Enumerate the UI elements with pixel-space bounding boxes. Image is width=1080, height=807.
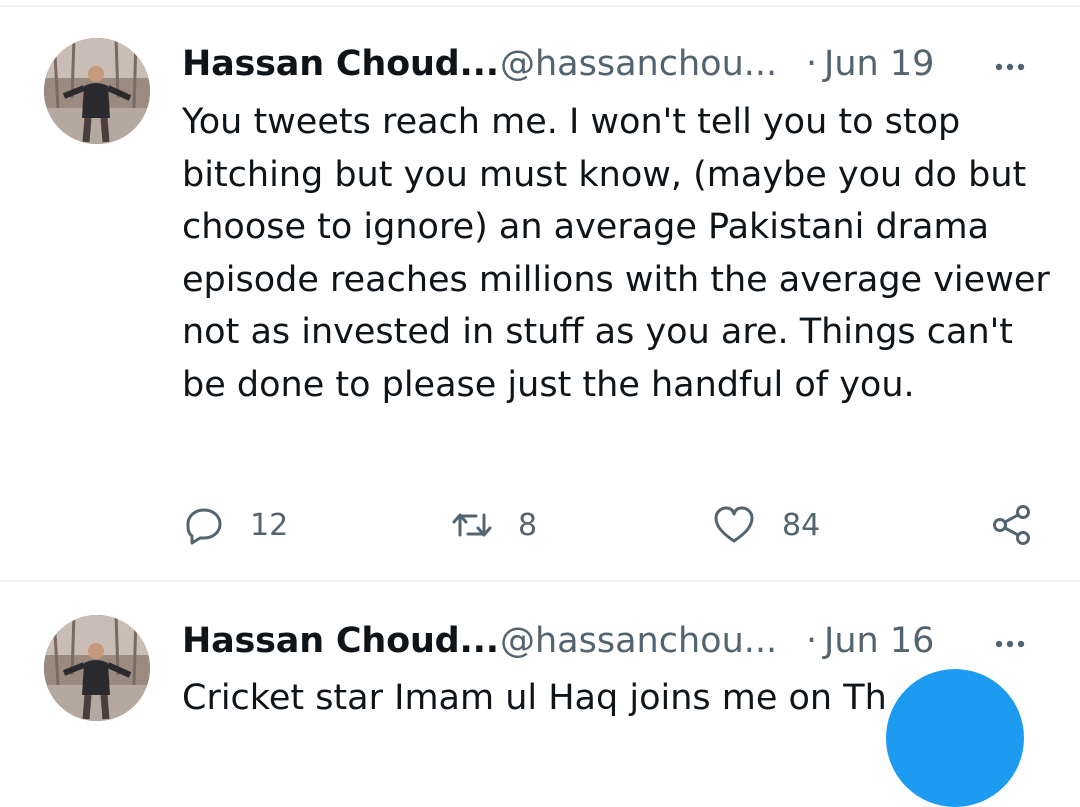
retweet-icon bbox=[452, 513, 492, 537]
separator-dot: · bbox=[806, 44, 818, 84]
tweet-header: Hassan Choud... @hassanchou... · Jun 19 bbox=[182, 41, 1042, 87]
tweet[interactable]: Hassan Choud... @hassanchou... · Jun 19 … bbox=[0, 0, 1080, 580]
share-icon bbox=[993, 505, 1030, 545]
author-handle[interactable]: @hassanchou... bbox=[500, 618, 777, 664]
compose-button[interactable] bbox=[886, 669, 1024, 807]
like-icon bbox=[714, 506, 754, 543]
more-icon[interactable] bbox=[990, 622, 1030, 662]
like-count: 84 bbox=[782, 507, 821, 543]
avatar[interactable] bbox=[44, 615, 150, 721]
tweet-header: Hassan Choud... @hassanchou... · Jun 16 bbox=[182, 618, 1042, 664]
tweet-date[interactable]: Jun 19 bbox=[824, 41, 934, 87]
retweet-count: 8 bbox=[518, 507, 538, 543]
retweet-button[interactable]: 8 bbox=[450, 500, 537, 550]
author-handle[interactable]: @hassanchou... bbox=[500, 41, 777, 87]
more-icon[interactable] bbox=[990, 45, 1030, 85]
reply-button[interactable]: 12 bbox=[182, 500, 288, 550]
author-name[interactable]: Hassan Choud... bbox=[182, 618, 499, 664]
author-name[interactable]: Hassan Choud... bbox=[182, 41, 499, 87]
tweet-date[interactable]: Jun 16 bbox=[824, 618, 934, 664]
like-button[interactable]: 84 bbox=[712, 500, 820, 550]
reply-icon bbox=[186, 508, 222, 545]
reply-count: 12 bbox=[250, 507, 289, 543]
avatar[interactable] bbox=[44, 38, 150, 144]
separator-dot: · bbox=[806, 621, 818, 661]
tweet-actions: 12 8 84 bbox=[182, 500, 1042, 550]
tweet-text: You tweets reach me. I won't tell you to… bbox=[182, 102, 1050, 405]
share-button[interactable] bbox=[990, 500, 1034, 550]
